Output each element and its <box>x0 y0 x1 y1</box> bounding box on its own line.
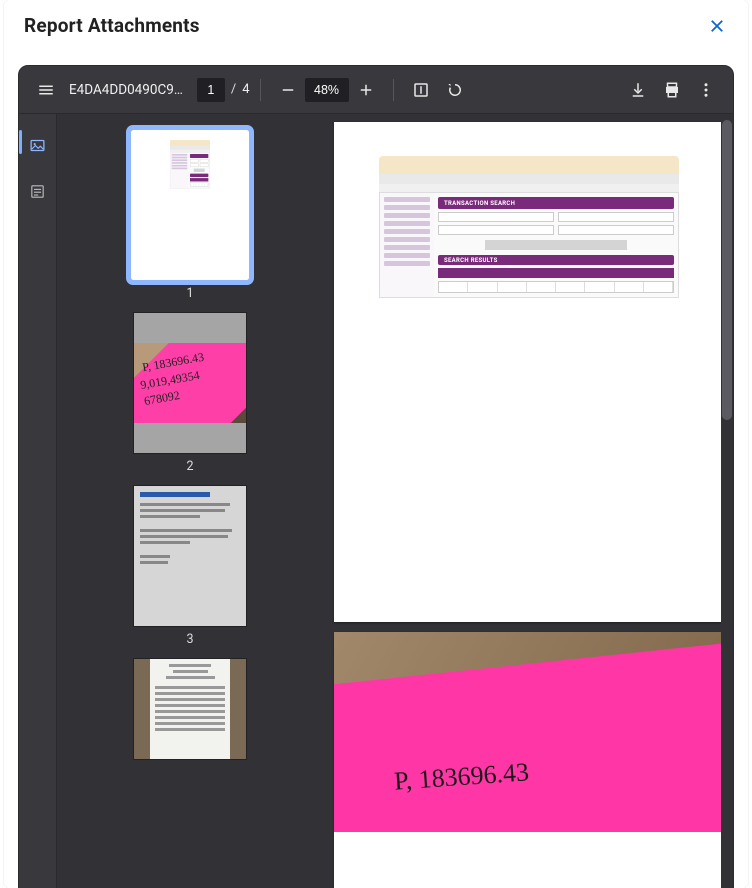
thumbnail-image: P, 183696.43 9,019,49354 678092 <box>134 313 246 453</box>
page-2: P, 183696.43 <box>334 632 724 888</box>
zoom-out-button[interactable] <box>271 73 305 107</box>
fit-page-icon <box>412 81 430 99</box>
outline-icon <box>29 183 46 200</box>
thumbnail-number: 3 <box>186 632 193 647</box>
rotate-icon <box>446 81 464 99</box>
scrollbar-thumb[interactable] <box>722 120 732 420</box>
filename-label: E4DA4DD0490C9… <box>69 82 183 98</box>
zoom-in-button[interactable] <box>349 73 383 107</box>
sidebar-rail <box>19 114 57 888</box>
page-1: TRANSACTION SEARCH SEARCH RESULTS <box>334 122 724 622</box>
rail-active-indicator <box>19 130 22 154</box>
thumbnail-panel[interactable]: 1 P, 183696.43 9,019,49354 678092 2 <box>57 114 323 888</box>
download-icon <box>629 81 647 99</box>
modal-title: Report Attachments <box>24 14 200 37</box>
page-separator: / <box>231 82 236 97</box>
plus-icon <box>357 81 375 99</box>
thumbnail-number: 2 <box>186 459 193 474</box>
page-view: TRANSACTION SEARCH SEARCH RESULTS <box>323 114 733 888</box>
more-button[interactable] <box>689 73 723 107</box>
thumbnail-2[interactable]: P, 183696.43 9,019,49354 678092 2 <box>134 313 246 474</box>
rotate-button[interactable] <box>438 73 472 107</box>
separator <box>393 79 394 101</box>
fit-page-button[interactable] <box>404 73 438 107</box>
thumbnail-image <box>134 659 246 759</box>
print-icon <box>663 81 681 99</box>
thumbnail-4[interactable] <box>134 659 246 759</box>
download-button[interactable] <box>621 73 655 107</box>
minus-icon <box>279 81 297 99</box>
thumbnails-tab[interactable] <box>25 132 51 158</box>
zoom-input[interactable] <box>305 78 349 102</box>
report-attachments-modal: Report Attachments E4DA4DD0490C9… / 4 <box>4 0 748 888</box>
thumbnail-image <box>131 130 249 280</box>
pdf-toolbar: E4DA4DD0490C9… / 4 <box>19 66 733 114</box>
page-number-input[interactable] <box>197 78 225 102</box>
close-button[interactable] <box>706 15 728 37</box>
thumbnail-3[interactable]: 3 <box>134 486 246 647</box>
viewer-container: E4DA4DD0490C9… / 4 <box>4 51 748 888</box>
pdf-viewer: E4DA4DD0490C9… / 4 <box>18 65 734 888</box>
separator <box>260 79 261 101</box>
menu-button[interactable] <box>29 73 63 107</box>
thumbnail-image <box>134 486 246 626</box>
thumbnail-number: 1 <box>186 286 193 301</box>
close-icon <box>708 17 726 35</box>
more-vert-icon <box>697 81 715 99</box>
scrollbar[interactable] <box>721 114 733 888</box>
page-total: 4 <box>242 82 249 97</box>
outline-tab[interactable] <box>25 178 51 204</box>
hamburger-icon <box>37 81 55 99</box>
image-icon <box>29 137 46 154</box>
print-button[interactable] <box>655 73 689 107</box>
page-scroll[interactable]: TRANSACTION SEARCH SEARCH RESULTS <box>323 114 733 888</box>
modal-header: Report Attachments <box>4 0 748 47</box>
thumbnail-1[interactable]: 1 <box>131 130 249 301</box>
viewer-body: 1 P, 183696.43 9,019,49354 678092 2 <box>19 114 733 888</box>
